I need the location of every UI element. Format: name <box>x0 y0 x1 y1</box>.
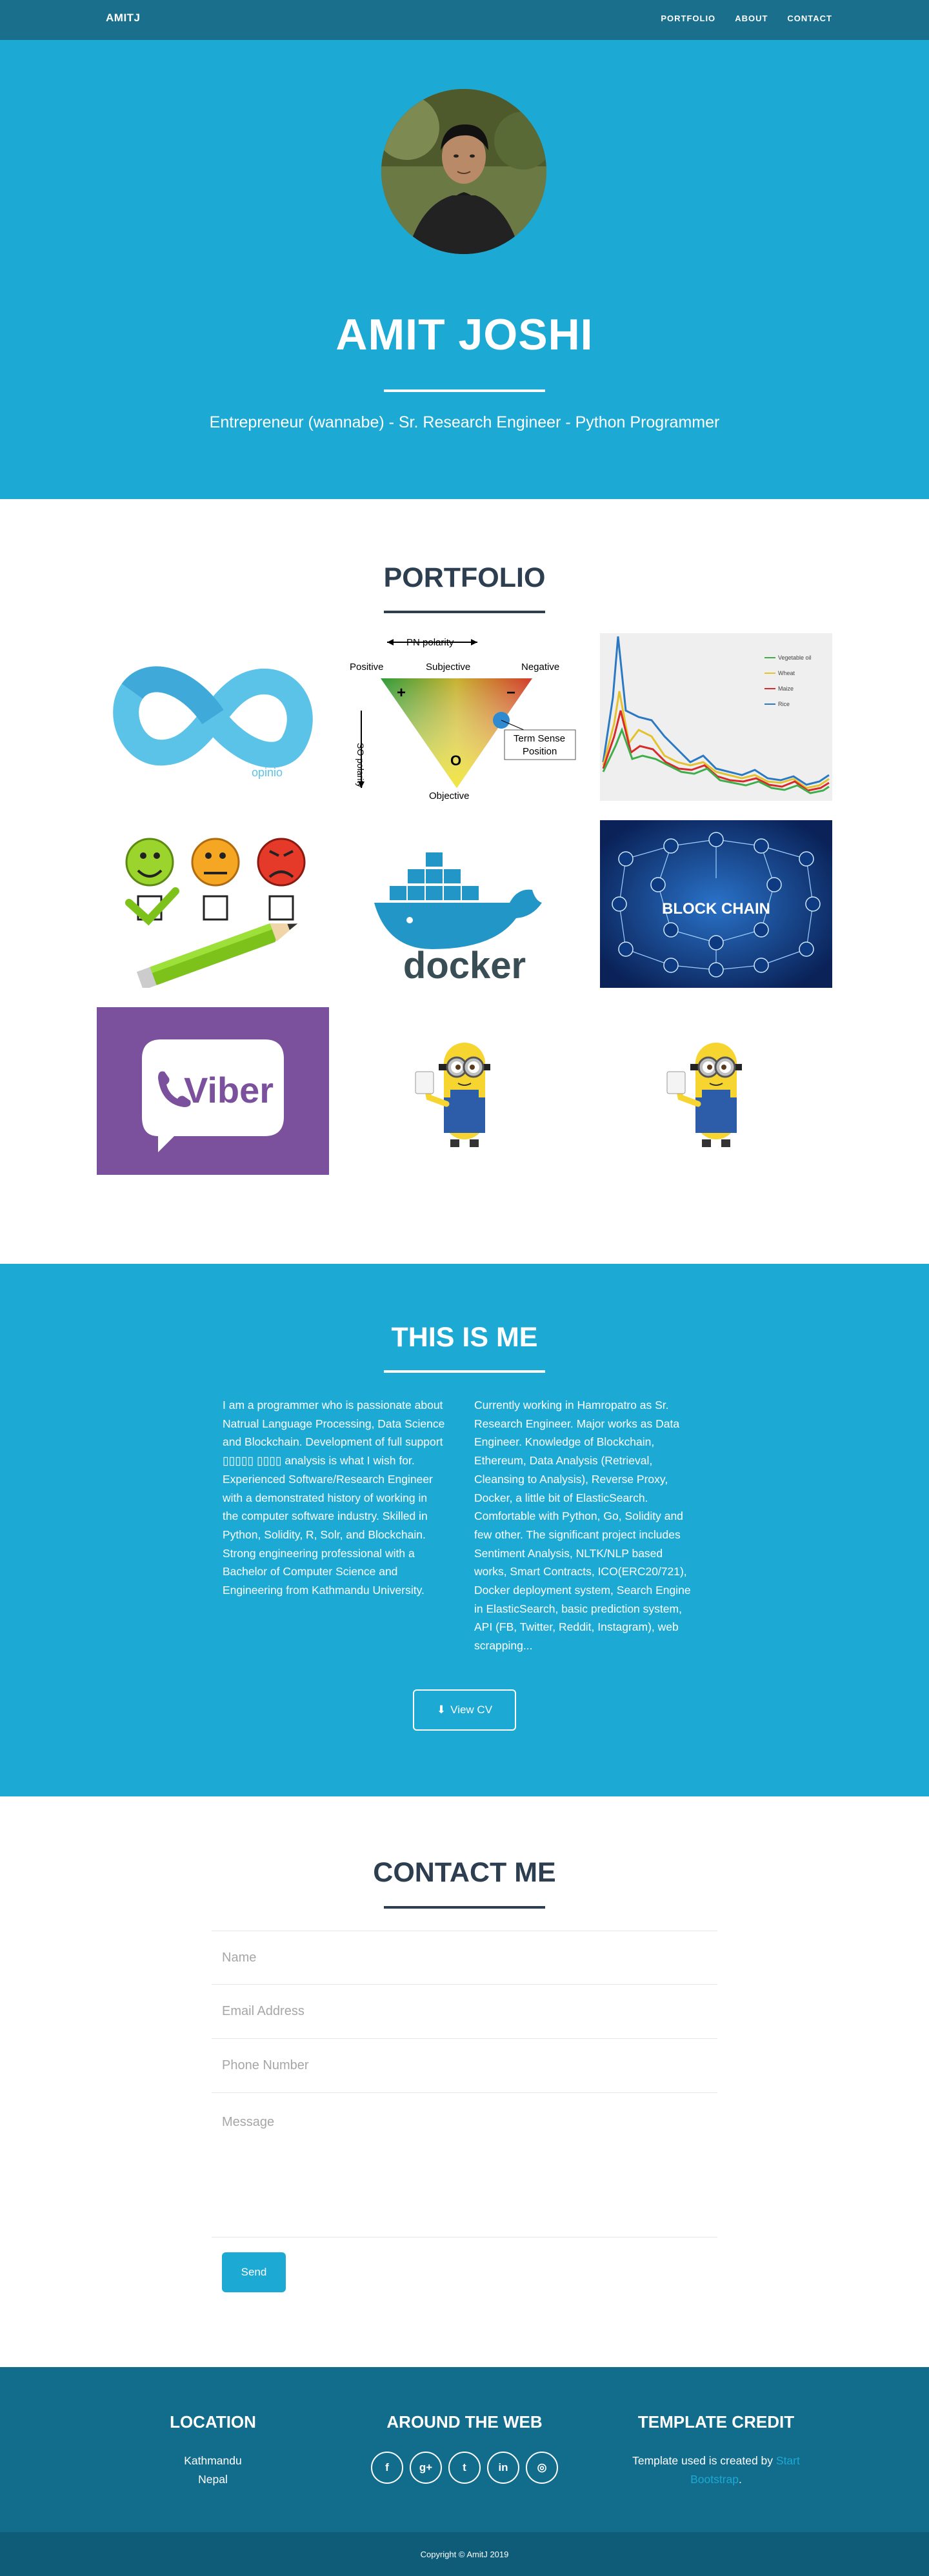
google-plus-icon[interactable]: g+ <box>410 2452 442 2484</box>
portfolio-item-opinio[interactable]: opinio <box>97 633 329 801</box>
brand-logo[interactable]: AMITJ <box>106 12 141 25</box>
svg-text:Wheat: Wheat <box>778 670 795 676</box>
avatar <box>381 89 546 254</box>
contact-divider <box>384 1906 545 1909</box>
nav-link-contact[interactable]: CONTACT <box>787 14 832 23</box>
svg-text:+: + <box>397 684 406 702</box>
portfolio-title: PORTFOLIO <box>383 562 546 593</box>
svg-text:PN polarity: PN polarity <box>406 637 454 648</box>
send-button[interactable]: Send <box>222 2252 286 2292</box>
footer-location: LOCATION Kathmandu Nepal <box>97 2412 329 2489</box>
portfolio-item-minion-2[interactable] <box>600 1007 832 1175</box>
message-textarea[interactable]: Message <box>212 2093 717 2237</box>
svg-text:−: − <box>506 684 515 702</box>
blockchain-label: BLOCK CHAIN <box>662 900 770 918</box>
footer-credit: TEMPLATE CREDIT Template used is created… <box>600 2412 832 2489</box>
svg-text:Positive: Positive <box>350 662 384 673</box>
social-links: f g+ t in ◎ <box>348 2452 581 2484</box>
portfolio-item-polarity[interactable]: PN polarity Positive Subjective Negative… <box>348 633 581 801</box>
facebook-icon[interactable]: f <box>371 2452 403 2484</box>
hero-tagline: Entrepreneur (wannabe) - Sr. Research En… <box>209 413 720 431</box>
portfolio-item-chart[interactable]: Vegetable oil Wheat Maize Rice <box>600 633 832 801</box>
about-text-left: I am a programmer who is passionate abou… <box>223 1399 445 1597</box>
email-input[interactable]: Email Address <box>212 1985 717 2039</box>
download-icon: ⬇ <box>436 1704 446 1716</box>
portfolio-item-minion-1[interactable] <box>348 1007 581 1175</box>
portfolio-divider <box>384 611 545 613</box>
hero-name: AMIT JOSHI <box>335 310 594 359</box>
portfolio-item-feedback[interactable] <box>97 820 329 988</box>
portfolio-item-blockchain[interactable]: BLOCK CHAIN <box>600 820 832 988</box>
portfolio-item-docker[interactable]: docker <box>348 820 581 988</box>
nav-link-about[interactable]: ABOUT <box>735 14 768 23</box>
portfolio-item-viber[interactable]: Viber <box>97 1007 329 1175</box>
web-title: AROUND THE WEB <box>386 2412 543 2432</box>
navbar: AMITJ PORTFOLIO ABOUT CONTACT <box>0 0 929 40</box>
svg-text:O: O <box>450 752 461 769</box>
svg-text:Rice: Rice <box>778 701 790 707</box>
view-cv-button[interactable]: ⬇ View CV <box>413 1689 516 1731</box>
opinio-label: opinio <box>252 766 283 779</box>
svg-text:Subjective: Subjective <box>426 662 470 673</box>
svg-text:Objective: Objective <box>429 791 470 801</box>
name-input[interactable]: Name <box>212 1931 717 1985</box>
credit-title: TEMPLATE CREDIT <box>637 2412 795 2432</box>
linkedin-icon[interactable]: in <box>487 2452 519 2484</box>
about-title: THIS IS ME <box>391 1322 538 1353</box>
about-text-right: Currently working in Hamropatro as Sr. R… <box>474 1399 691 1653</box>
svg-text:Position: Position <box>523 746 557 757</box>
location-title: LOCATION <box>170 2412 256 2432</box>
github-icon[interactable]: ◎ <box>526 2452 558 2484</box>
hero-divider <box>384 389 545 392</box>
about-divider <box>384 1370 545 1373</box>
viber-label: Viber <box>184 1070 274 1110</box>
copyright: Copyright © AmitJ 2019 <box>0 2532 929 2576</box>
credit-text: Template used is created by <box>632 2454 776 2467</box>
docker-label: docker <box>403 945 526 987</box>
contact-title: CONTACT ME <box>373 1857 556 1888</box>
svg-text:Term Sense: Term Sense <box>514 733 565 744</box>
svg-text:SO polarity: SO polarity <box>355 743 366 787</box>
nav-links: PORTFOLIO ABOUT CONTACT <box>661 14 832 23</box>
svg-text:Negative: Negative <box>521 662 559 673</box>
phone-input[interactable]: Phone Number <box>212 2039 717 2093</box>
svg-text:Maize: Maize <box>778 685 794 692</box>
twitter-icon[interactable]: t <box>448 2452 481 2484</box>
svg-text:Vegetable oil: Vegetable oil <box>778 654 812 661</box>
nav-link-portfolio[interactable]: PORTFOLIO <box>661 14 715 23</box>
location-country: Nepal <box>198 2473 228 2486</box>
footer-web: AROUND THE WEB f g+ t in ◎ <box>348 2412 581 2484</box>
location-city: Kathmandu <box>184 2454 242 2467</box>
